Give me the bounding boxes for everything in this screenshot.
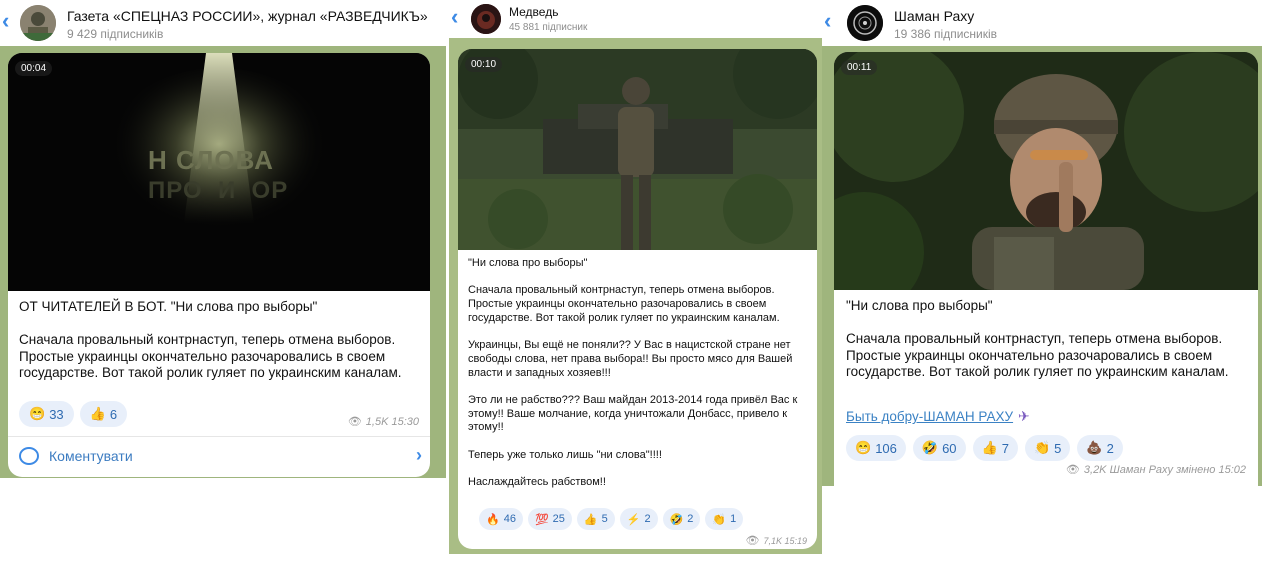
reaction-thumbs-up[interactable]: 👍 7 — [972, 435, 1018, 461]
thumbs-up-icon: 👍 — [89, 406, 106, 421]
chevron-right-icon: › — [416, 445, 422, 465]
views-time: 3,2K Шаман Раху змінено 15:02 — [1083, 463, 1246, 476]
subscriber-count: 45 881 підписник — [509, 22, 588, 33]
back-chevron-icon[interactable]: ‹ — [824, 10, 831, 32]
reaction-rolling-laughing[interactable]: 🤣 2 — [662, 508, 701, 530]
back-chevron-icon[interactable]: ‹ — [451, 6, 458, 28]
eye-icon: 👁 — [1065, 464, 1080, 476]
post-meta: 👁 3,2K Шаман Раху змінено 15:02 — [1065, 463, 1246, 477]
reaction-count: 60 — [942, 440, 957, 456]
fire-icon: 🔥 — [486, 513, 500, 526]
reaction-count: 46 — [503, 513, 516, 525]
reaction-count: 2 — [644, 513, 651, 525]
reaction-clapping-hands[interactable]: 👏 5 — [1024, 435, 1071, 461]
thumbs-up-icon: 👍 — [583, 513, 598, 526]
clapping-hands-icon: 👏 — [712, 513, 727, 526]
reaction-thumbs-up[interactable]: 👍 6 — [79, 401, 128, 427]
reaction-thumbs-up[interactable]: 👍 5 — [576, 508, 615, 530]
avatar-image — [20, 5, 56, 41]
channel-title[interactable]: Газета «СПЕЦНАЗ РОССИИ», журнал «РАЗВЕДЧ… — [67, 8, 428, 24]
subscriber-count: 9 429 підписників — [67, 27, 164, 41]
comment-bubble-icon — [19, 447, 39, 465]
post-text: "Ни слова про выборы" Сначала провальный… — [468, 257, 798, 489]
channel-header: ‹ Шаман Раху 19 386 підписників — [822, 0, 1262, 46]
rolling-laughing-icon: 🤣 — [921, 440, 939, 455]
pile-of-poo-icon: 💩 — [1086, 440, 1103, 455]
reaction-clapping-hands[interactable]: 👏 1 — [705, 508, 744, 530]
post-meta: 👁 1,5K 15:30 — [347, 415, 419, 429]
video-duration: 00:10 — [465, 57, 503, 72]
reactions-bar: 😁 33 👍 6 — [19, 401, 128, 427]
grinning-face-icon: 😁 — [29, 406, 46, 421]
reaction-fire[interactable]: 🔥 46 — [479, 508, 523, 530]
video-duration: 00:04 — [15, 61, 53, 76]
hundred-points-icon: 💯 — [534, 513, 549, 526]
channel-title[interactable]: Медведь — [509, 5, 558, 19]
avatar-image — [471, 4, 501, 34]
avatar-image — [847, 5, 883, 41]
post-text: "Ни слова про выборы" Сначала провальный… — [846, 298, 1229, 379]
rolling-laughing-icon: 🤣 — [669, 513, 684, 526]
reaction-count: 25 — [552, 513, 565, 525]
reaction-pile-of-poo[interactable]: 💩 2 — [1077, 435, 1123, 461]
post-bubble: Н СЛОВА ПРО И ОР 00:04 ОТ ЧИТАТЕЛЕЙ В БО… — [8, 53, 430, 477]
reaction-count: 5 — [1054, 440, 1062, 456]
channel-header: ‹ Газета «СПЕЦНАЗ РОССИИ», журнал «РАЗВЕ… — [0, 0, 446, 46]
channel-avatar[interactable] — [847, 5, 883, 41]
comment-button[interactable]: Коментувати › — [8, 437, 430, 477]
reaction-count: 6 — [109, 406, 118, 422]
reaction-grinning-face[interactable]: 😁 33 — [19, 401, 74, 427]
reaction-count: 33 — [49, 406, 64, 422]
subscriber-count: 19 386 підписників — [894, 27, 998, 41]
video-overlay-text-2: ПРО И ОР — [148, 177, 289, 204]
reaction-grinning-face[interactable]: 😁 106 — [846, 435, 906, 461]
reaction-count: 1 — [730, 513, 737, 525]
reaction-count: 2 — [1106, 440, 1114, 456]
channel-title[interactable]: Шаман Раху — [894, 8, 974, 24]
reaction-count: 7 — [1001, 440, 1009, 456]
airplane-icon: ✈ — [1018, 408, 1030, 424]
channel-panel-medved: ‹ Медведь 45 881 підписник 00:10 "Ни сло… — [449, 0, 822, 554]
channel-link[interactable]: Быть добру-ШАМАН РАХУ — [846, 409, 1013, 424]
reaction-count: 2 — [687, 513, 694, 525]
high-voltage-icon: ⚡ — [626, 513, 641, 526]
post-bubble: 00:10 "Ни слова про выборы" Сначала пров… — [458, 49, 817, 549]
thumbs-up-icon: 👍 — [981, 440, 998, 455]
video-frame — [458, 49, 817, 250]
channel-avatar[interactable] — [471, 4, 501, 34]
channel-panel-shaman-rahu: ‹ Шаман Раху 19 386 підписників 00:11 "Н… — [822, 0, 1262, 486]
reaction-count: 106 — [875, 440, 897, 456]
reactions-bar: 😁 106 🤣 60 👍 7 👏 5 💩 2 — [846, 435, 1123, 461]
video-overlay-text: Н СЛОВА — [148, 145, 274, 175]
channel-avatar[interactable] — [20, 5, 56, 41]
post-text: ОТ ЧИТАТЕЛЕЙ В БОТ. "Ни слова про выборы… — [19, 299, 402, 380]
post-bubble: 00:11 "Ни слова про выборы" Сначала пров… — [834, 52, 1258, 486]
reaction-count: 5 — [601, 513, 608, 525]
reactions-bar: 🔥 46 💯 25 👍 5 ⚡ 2 🤣 2 👏 1 — [479, 508, 744, 530]
channel-panel-spetsnaz: ‹ Газета «СПЕЦНАЗ РОССИИ», журнал «РАЗВЕ… — [0, 0, 446, 478]
views-time: 1,5K 15:30 — [365, 415, 419, 428]
video-thumbnail[interactable]: Н СЛОВА ПРО И ОР 00:04 — [8, 53, 430, 291]
video-thumbnail[interactable]: 00:10 — [458, 49, 817, 250]
eye-icon: 👁 — [745, 535, 760, 547]
clapping-hands-icon: 👏 — [1033, 440, 1051, 455]
views-time: 7,1K 15:19 — [763, 535, 807, 546]
video-thumbnail[interactable]: 00:11 — [834, 52, 1258, 290]
grinning-face-icon: 😁 — [855, 440, 872, 455]
reaction-hundred-points[interactable]: 💯 25 — [527, 508, 572, 530]
channel-header: ‹ Медведь 45 881 підписник — [449, 0, 822, 38]
eye-icon: 👁 — [347, 416, 362, 428]
post-meta: 👁 7,1K 15:19 — [745, 534, 807, 547]
back-chevron-icon[interactable]: ‹ — [2, 10, 9, 32]
comment-label: Коментувати — [49, 448, 133, 464]
video-frame — [834, 52, 1258, 290]
reaction-rolling-laughing[interactable]: 🤣 60 — [912, 435, 966, 461]
reaction-high-voltage[interactable]: ⚡ 2 — [619, 508, 658, 530]
video-duration: 00:11 — [841, 60, 878, 75]
